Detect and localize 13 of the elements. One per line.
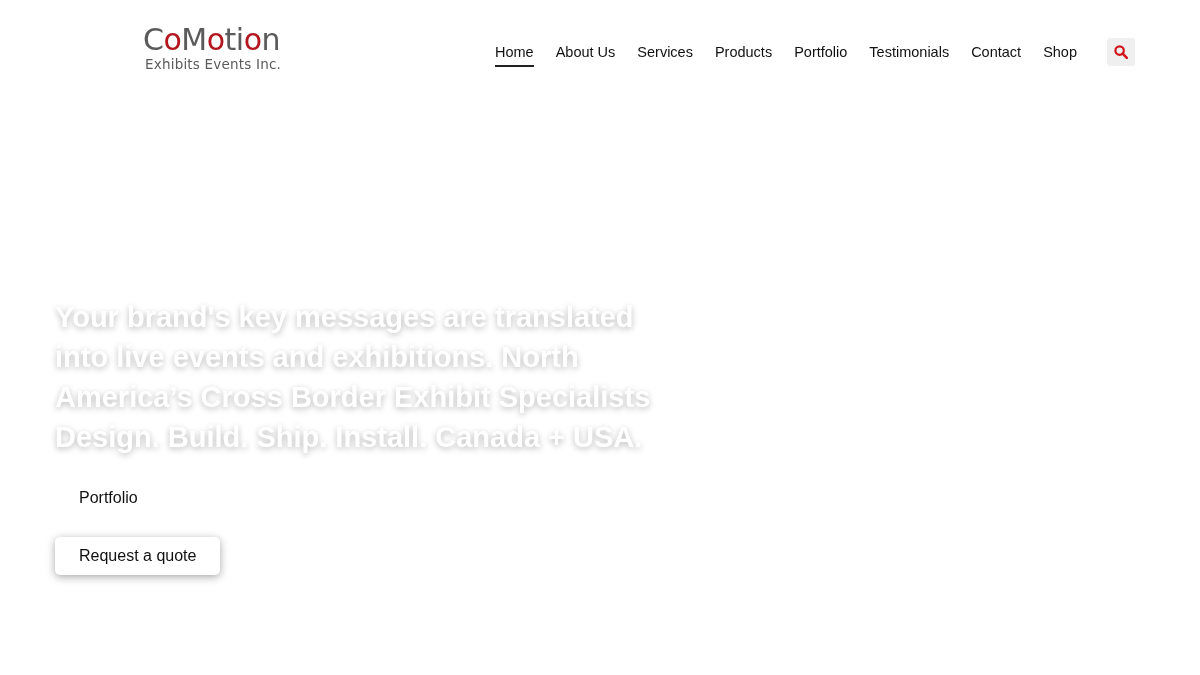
logo-tagline: Exhibits Events Inc. <box>145 55 281 72</box>
search-button[interactable] <box>1107 38 1135 66</box>
nav-link[interactable]: Products <box>714 37 773 67</box>
nav-link[interactable]: Home <box>494 37 534 67</box>
nav-link[interactable]: Services <box>637 37 693 67</box>
logo-wordmark[interactable]: CoMotion <box>143 24 281 55</box>
search-icon <box>1114 45 1128 59</box>
request-quote-button[interactable]: Request a quote <box>55 537 221 575</box>
nav-link[interactable]: About Us <box>555 37 616 67</box>
nav-link[interactable]: Testimonials <box>869 37 950 67</box>
nav-link[interactable]: Contact <box>971 37 1022 67</box>
nav-link[interactable]: Portfolio <box>794 37 848 67</box>
nav-link[interactable]: Shop <box>1043 37 1077 67</box>
